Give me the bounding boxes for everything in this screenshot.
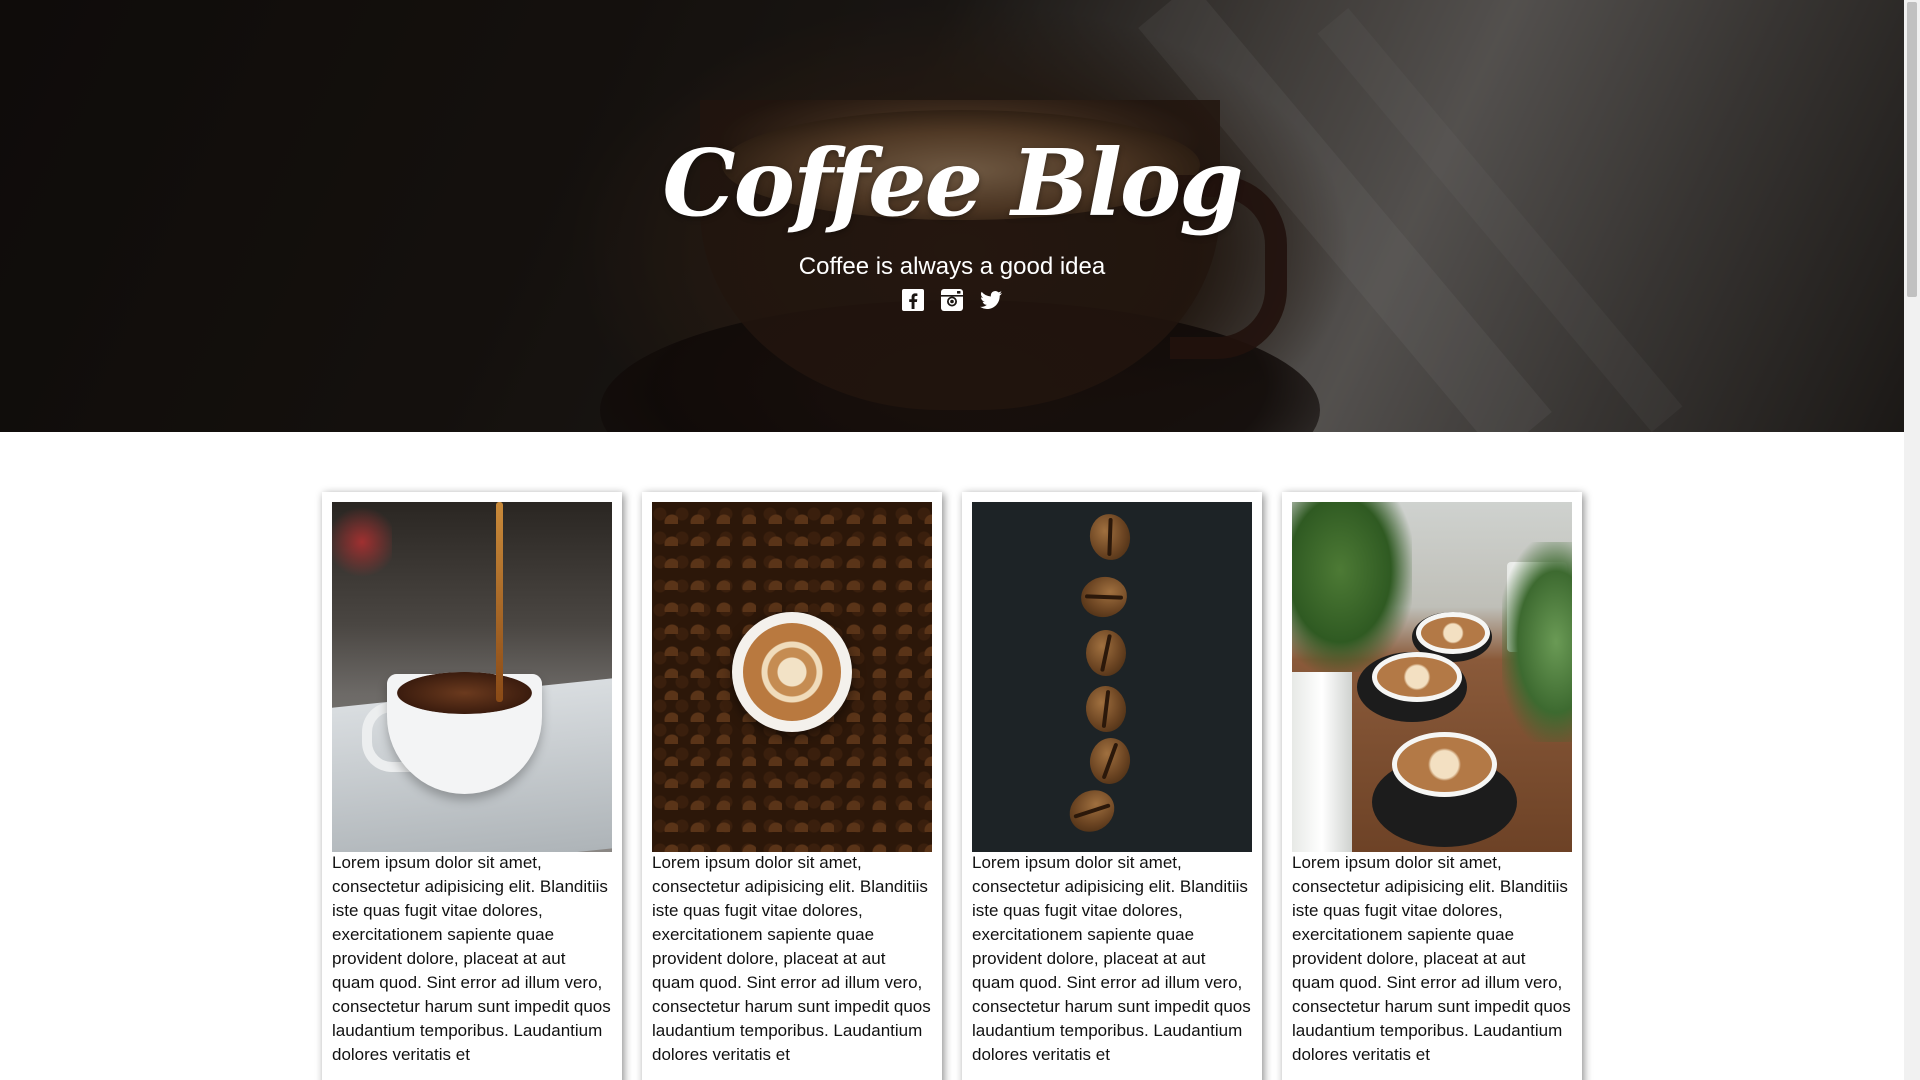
twitter-icon[interactable]: [979, 288, 1003, 312]
post-card[interactable]: Lorem ipsum dolor sit amet, consectetur …: [1282, 492, 1582, 1080]
post-excerpt: Lorem ipsum dolor sit amet, consectetur …: [972, 853, 1251, 1064]
scrollbar-thumb[interactable]: [1907, 2, 1917, 297]
post-excerpt: Lorem ipsum dolor sit amet, consectetur …: [652, 853, 931, 1064]
instagram-icon[interactable]: [940, 288, 964, 312]
post-cards: Lorem ipsum dolor sit amet, consectetur …: [322, 492, 1582, 1080]
post-excerpt: Lorem ipsum dolor sit amet, consectetur …: [332, 853, 611, 1064]
post-card[interactable]: Lorem ipsum dolor sit amet, consectetur …: [322, 492, 622, 1080]
hero-banner: Coffee Blog Coffee is always a good idea: [0, 0, 1904, 432]
site-title: Coffee Blog: [662, 129, 1243, 237]
coffee-beans-line-image: [972, 502, 1252, 852]
site-tagline: Coffee is always a good idea: [798, 253, 1106, 280]
post-excerpt: Lorem ipsum dolor sit amet, consectetur …: [1292, 853, 1571, 1064]
coffee-pour-image: [332, 502, 612, 852]
cafe-table-image: [1292, 502, 1572, 852]
page: Coffee Blog Coffee is always a good idea: [0, 0, 1904, 1080]
page-scrollbar[interactable]: [1904, 0, 1920, 1080]
latte-on-beans-image: [652, 502, 932, 852]
post-card[interactable]: Lorem ipsum dolor sit amet, consectetur …: [962, 492, 1262, 1080]
facebook-icon[interactable]: [901, 288, 925, 312]
social-links: [0, 288, 1904, 312]
post-card[interactable]: Lorem ipsum dolor sit amet, consectetur …: [642, 492, 942, 1080]
